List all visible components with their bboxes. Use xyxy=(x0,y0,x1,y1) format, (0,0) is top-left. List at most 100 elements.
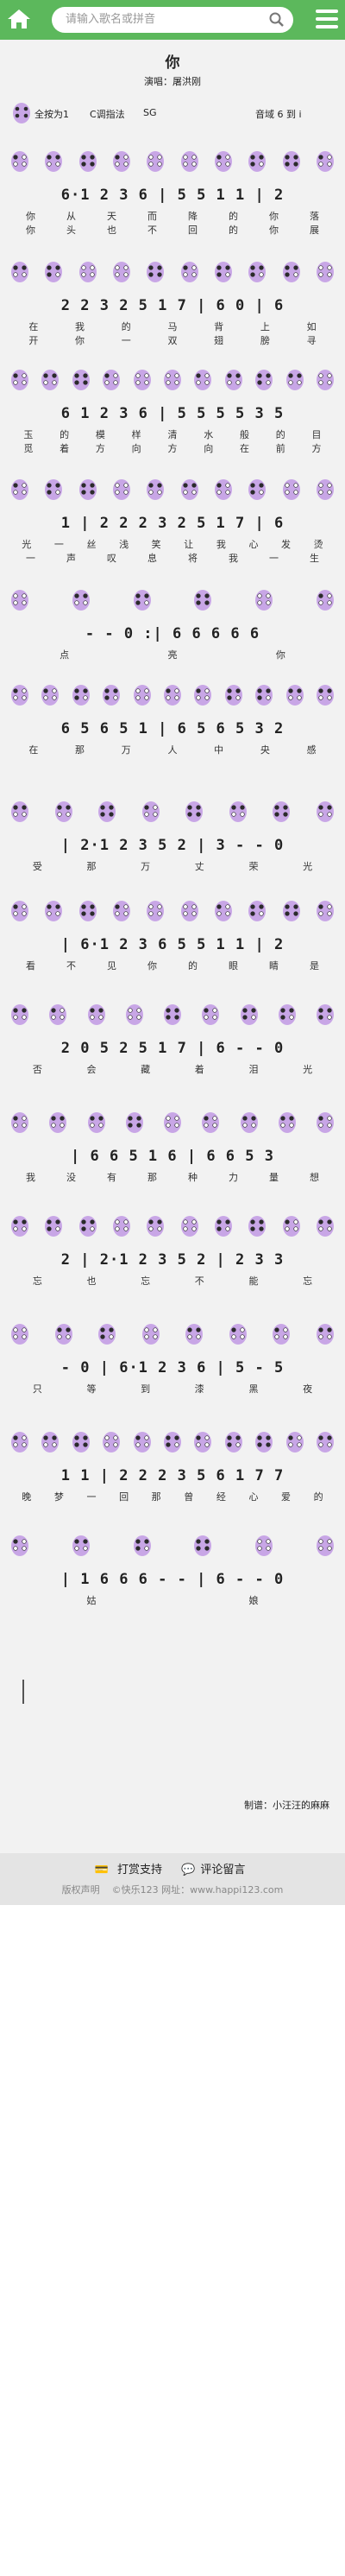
search-placeholder: 请输入歌名或拼音 xyxy=(66,13,156,26)
lyric-char: 你 xyxy=(269,211,279,222)
lyric-char: 黑 xyxy=(248,1383,259,1395)
lyric-char: 没 xyxy=(66,1172,76,1183)
lyric-char: 有 xyxy=(107,1172,116,1183)
ocarina-fingering-icon xyxy=(112,1216,130,1237)
lyric-char: 我 xyxy=(216,539,226,550)
ocarina-fingering-icon xyxy=(180,151,198,172)
ocarina-fingering-icon xyxy=(282,479,300,500)
lyric-char: 忘 xyxy=(303,1275,313,1287)
lyric-char: 荣 xyxy=(248,861,259,872)
ocarina-fingering-icon xyxy=(214,1216,232,1237)
singer-label: 演唱：屠洪刚 xyxy=(144,76,201,87)
instrument-label: SG xyxy=(143,107,157,118)
lyric-char: 着 xyxy=(194,1064,204,1075)
ocarina-fingering-icon xyxy=(45,151,63,172)
lyric-char: 清 xyxy=(167,429,178,440)
ocarina-fingering-icon xyxy=(41,370,60,390)
ocarina-fingering-icon xyxy=(255,1535,273,1556)
lyric-char: 光 xyxy=(303,1064,313,1075)
comment-label: 评论留言 xyxy=(200,1864,246,1877)
home-icon[interactable] xyxy=(7,8,31,30)
ocarina-fingering-icon xyxy=(87,1112,105,1133)
lyric-char: 万 xyxy=(121,744,131,756)
copyright-link[interactable]: 版权声明 xyxy=(62,1884,100,1896)
lyric-char: 受 xyxy=(32,861,42,872)
lyric-char: 经 xyxy=(216,1491,226,1503)
lyric-char: 在 xyxy=(28,744,39,756)
lyric-char: 烫 xyxy=(313,539,323,550)
lyrics-row: 在我的马背上如 xyxy=(10,320,335,333)
fingering-row xyxy=(10,1321,335,1347)
ocarina-fingering-icon xyxy=(248,901,267,921)
ocarina-fingering-icon xyxy=(317,1004,334,1025)
ocarina-fingering-icon xyxy=(248,479,267,500)
lyric-char: 我 xyxy=(229,553,238,564)
ocarina-fingering-icon xyxy=(54,1324,72,1345)
ocarina-fingering-icon xyxy=(185,801,204,822)
range-label: 音域 6 到 i xyxy=(255,109,302,120)
ocarina-fingering-icon xyxy=(112,151,130,172)
lyric-char: 在 xyxy=(28,321,39,332)
search-icon[interactable] xyxy=(269,12,285,28)
jianpu-notes-row: 2 2 3 2 5 1 7 | 6 0 | 6 xyxy=(60,297,285,314)
lyrics-row: 玉的模样清水般的目 xyxy=(10,427,335,441)
lyric-char: 的 xyxy=(188,960,198,972)
fingering-row xyxy=(10,367,335,393)
lyric-char: 一 xyxy=(26,553,35,564)
ocarina-fingering-icon xyxy=(202,1004,220,1025)
lyric-char: 梦 xyxy=(53,1491,64,1503)
lyric-char: 不 xyxy=(66,960,76,972)
ocarina-fingering-icon xyxy=(11,1004,28,1025)
ocarina-fingering-icon xyxy=(11,1112,28,1133)
ocarina-fingering-icon xyxy=(194,370,212,390)
lyrics-row: 受那万丈荣光 xyxy=(10,859,335,873)
ocarina-fingering-icon xyxy=(248,262,267,282)
ocarina-fingering-icon xyxy=(214,479,232,500)
fingering-row xyxy=(10,1213,335,1239)
ocarina-fingering-icon xyxy=(11,590,28,611)
lyric-char: 般 xyxy=(239,429,249,440)
lyric-char: 的 xyxy=(313,1491,323,1503)
brand-label: ©快乐123 xyxy=(111,1884,159,1896)
lyric-char: 生 xyxy=(310,553,319,564)
ocarina-fingering-icon xyxy=(316,801,334,822)
donate-button[interactable]: 💳 打赏支持 xyxy=(95,1864,167,1877)
ocarina-fingering-icon xyxy=(164,1004,181,1025)
jianpu-notes-row: 6·1 2 3 6 | 5 5 1 1 | 2 xyxy=(60,187,285,204)
ocarina-fingering-icon xyxy=(285,685,304,706)
lyric-char: 笑 xyxy=(151,539,161,550)
ocarina-fingering-icon xyxy=(248,1216,267,1237)
ocarina-fingering-icon xyxy=(103,685,121,706)
lyric-char: 那 xyxy=(151,1491,161,1503)
ocarina-fingering-icon xyxy=(285,1432,304,1453)
ocarina-fingering-icon xyxy=(229,1324,247,1345)
fingering-row xyxy=(10,587,335,613)
lyric-char: 一 xyxy=(53,539,64,550)
lyric-char: 一 xyxy=(269,553,279,564)
lyric-char: 如 xyxy=(306,321,317,332)
ocarina-fingering-icon xyxy=(255,685,273,706)
ocarina-fingering-icon xyxy=(194,1432,212,1453)
ocarina-fingering-icon xyxy=(317,1112,334,1133)
lyrics-row: 在那万人中央感 xyxy=(10,743,335,756)
lyric-char: 你 xyxy=(275,649,285,661)
ocarina-fingering-icon xyxy=(180,479,198,500)
ocarina-fingering-icon xyxy=(147,1216,165,1237)
lyric-char: 方 xyxy=(167,443,178,454)
lyric-char: 你 xyxy=(147,960,157,972)
lyric-char: 你 xyxy=(26,211,35,222)
lyric-char: 晚 xyxy=(22,1491,32,1503)
ocarina-fingering-icon xyxy=(11,262,28,282)
search-input[interactable]: 请输入歌名或拼音 xyxy=(52,7,293,33)
lyric-char: 姑 xyxy=(86,1595,97,1606)
lyric-char: 睛 xyxy=(269,960,279,972)
ocarina-fingering-icon xyxy=(248,151,267,172)
ocarina-fingering-icon xyxy=(285,370,304,390)
ocarina-fingering-icon xyxy=(282,151,300,172)
ocarina-fingering-icon xyxy=(11,479,28,500)
lyric-char: 只 xyxy=(32,1383,42,1395)
comment-button[interactable]: 💬 评论留言 xyxy=(181,1864,250,1877)
menu-icon[interactable] xyxy=(316,9,338,30)
ocarina-fingering-icon xyxy=(133,370,151,390)
ocarina-fingering-icon xyxy=(147,901,165,921)
